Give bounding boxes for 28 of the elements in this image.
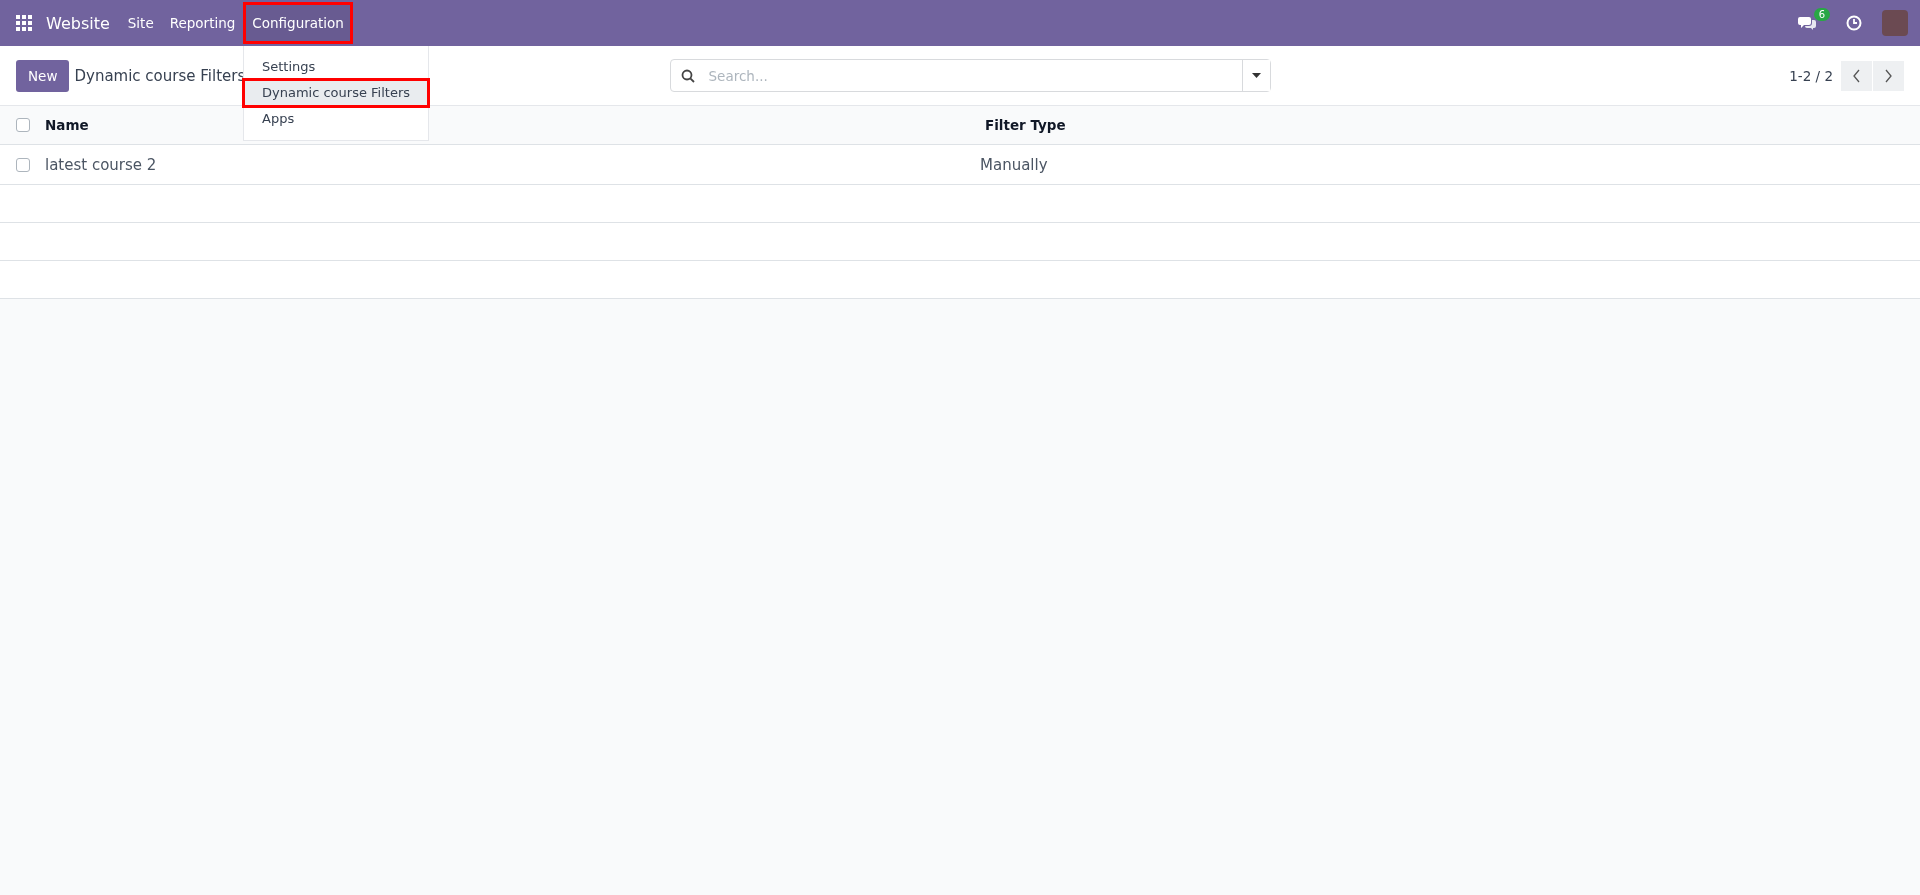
- nav-menu-item[interactable]: Reporting: [161, 2, 244, 44]
- search-options-toggle[interactable]: [1241, 60, 1270, 91]
- chat-icon[interactable]: [1798, 15, 1816, 31]
- chevron-right-icon: [1884, 68, 1893, 83]
- message-count-badge: 6: [1813, 8, 1830, 21]
- search-input[interactable]: Search...: [706, 66, 1242, 85]
- column-header[interactable]: Name: [45, 117, 89, 133]
- table-cell: Manually: [980, 155, 1048, 174]
- caret-icon: [1251, 73, 1261, 78]
- previous-page-button[interactable]: [1841, 60, 1872, 91]
- select-all-checkbox[interactable]: [16, 118, 30, 132]
- search-icon: [680, 68, 695, 83]
- nav-menu-item[interactable]: Configuration: [243, 2, 353, 44]
- chevron-left-icon: [1852, 68, 1861, 83]
- dropdown-item[interactable]: Settings: [244, 54, 429, 80]
- row-checkbox[interactable]: [16, 157, 30, 172]
- breadcrumb-title: Dynamic course Filters: [74, 66, 246, 85]
- app-name-link[interactable]: Website: [38, 13, 120, 33]
- nav-menu-item[interactable]: Site: [119, 2, 162, 44]
- table-cell-text: latest course 2: [45, 155, 158, 174]
- search-field[interactable]: Search...: [669, 59, 1271, 92]
- column-header[interactable]: Filter Type: [985, 117, 1066, 133]
- next-page-button[interactable]: [1873, 60, 1904, 91]
- dropdown-item[interactable]: Apps: [244, 106, 429, 132]
- dropdown-item[interactable]: Dynamic course Filters: [244, 80, 429, 106]
- table-row[interactable]: latest course 2 Manually: [0, 145, 1920, 185]
- new-button[interactable]: New: [16, 59, 70, 92]
- pager-value: 1-2 / 2: [1789, 67, 1833, 84]
